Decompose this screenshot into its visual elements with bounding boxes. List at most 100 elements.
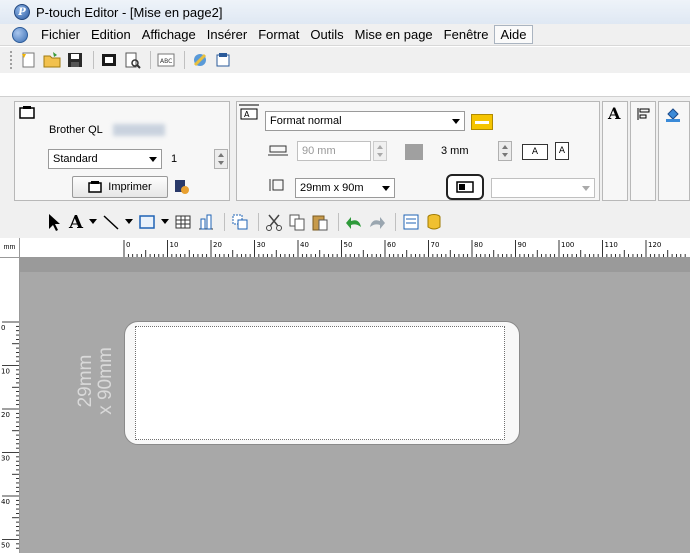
print-button[interactable]: Imprimer [72, 176, 168, 198]
format-select[interactable]: Format normal [265, 111, 465, 131]
toolbar-separator [184, 51, 185, 69]
orientation-landscape-icon[interactable]: A [522, 144, 548, 160]
group-icon[interactable] [230, 212, 250, 232]
transfer-icon[interactable] [213, 50, 233, 70]
chevron-down-icon[interactable] [124, 212, 134, 232]
ruler-label: 10 [1, 368, 10, 376]
print-mode-select[interactable]: Standard [48, 149, 162, 169]
undo-icon[interactable] [344, 212, 364, 232]
menu-affichage[interactable]: Affichage [137, 26, 201, 43]
toolbar-grip[interactable] [10, 51, 13, 69]
ruler-label: 60 [387, 241, 396, 249]
menu-outils[interactable]: Outils [305, 26, 348, 43]
ruler-label: 50 [344, 241, 353, 249]
canvas-margin-band [20, 258, 690, 272]
fill-color-icon [665, 106, 681, 125]
media-select[interactable]: 29mm x 90m [295, 178, 395, 198]
margin-value: 3 mm [441, 145, 469, 157]
table-tool-icon[interactable] [173, 212, 193, 232]
print-preview-icon[interactable] [122, 50, 142, 70]
rectangle-tool-icon[interactable] [137, 212, 157, 232]
menu-format[interactable]: Format [253, 26, 304, 43]
database-icon[interactable] [424, 212, 444, 232]
chevron-down-icon [452, 119, 460, 124]
line-tool-icon[interactable] [101, 212, 121, 232]
copies-stepper[interactable] [214, 149, 228, 169]
toolbar-separator [258, 213, 259, 231]
spell-check-icon[interactable]: ABC [156, 50, 176, 70]
copies-value: 1 [171, 153, 178, 165]
draw-toolbar: A [0, 206, 690, 238]
layout-property-tab[interactable] [630, 101, 656, 201]
ruler-label: 0 [126, 241, 130, 249]
ruler-label: 40 [300, 241, 309, 249]
ruler-label: 20 [213, 241, 222, 249]
horizontal-ruler: 0 10 20 30 40 50 60 70 80 90 100 110 120 [20, 238, 690, 258]
ruler-label: 10 [170, 241, 179, 249]
select-arrow-icon[interactable] [44, 212, 64, 232]
print-mode-value: Standard [53, 153, 98, 165]
menu-mise-en-page[interactable]: Mise en page [350, 26, 438, 43]
printer-settings-icon[interactable] [173, 179, 191, 198]
menu-aide[interactable]: Aide [494, 25, 533, 44]
menu-fenetre[interactable]: Fenêtre [439, 26, 494, 43]
printer-icon [19, 106, 35, 123]
copy-icon[interactable] [287, 212, 307, 232]
printer-model-blurred [113, 124, 165, 136]
menu-bar: Fichier Edition Affichage Insérer Format… [0, 24, 690, 46]
orientation-portrait-icon[interactable]: A [555, 142, 569, 160]
new-layout-icon[interactable] [19, 50, 39, 70]
svg-text:A: A [244, 110, 250, 119]
vertical-ruler: 0 10 20 30 40 50 [0, 258, 20, 553]
ruler-label: 30 [257, 241, 266, 249]
label-size-line1: 29mm [75, 354, 97, 408]
chevron-down-icon[interactable] [160, 212, 170, 232]
title-bar: P P-touch Editor - [Mise en page2] [0, 0, 690, 24]
printer-name: Brother QL [49, 124, 103, 136]
ruler-label: 100 [561, 241, 574, 249]
text-tool-icon[interactable]: A [67, 212, 85, 233]
menu-edition[interactable]: Edition [86, 26, 136, 43]
length-field[interactable]: 90 mm [297, 141, 371, 161]
menu-fichier[interactable]: Fichier [36, 26, 85, 43]
ruler-unit: mm [0, 238, 20, 258]
label-size-caption: 29mm x 90mm [68, 326, 124, 436]
label-type-button[interactable] [446, 174, 484, 200]
ruler-label: 0 [1, 324, 5, 332]
text-property-tab[interactable]: A [602, 101, 628, 201]
length-value: 90 mm [302, 145, 336, 157]
fill-property-tab[interactable] [658, 101, 690, 201]
page-property-panel: A Format normal 90 mm 3 mm A A 29mm x 90… [236, 101, 600, 201]
properties-icon[interactable] [401, 212, 421, 232]
paste-icon[interactable] [310, 212, 330, 232]
menu-inserer[interactable]: Insérer [202, 26, 252, 43]
copies-field[interactable]: 1 [167, 149, 207, 169]
print-icon[interactable] [99, 50, 119, 70]
ptouch-app-icon[interactable]: P [14, 4, 30, 20]
document-icon[interactable] [12, 26, 28, 43]
margin-stepper[interactable] [498, 141, 512, 161]
ruler-label: 90 [518, 241, 527, 249]
cut-icon[interactable] [264, 212, 284, 232]
margin-icon [405, 144, 423, 160]
label-editing-area[interactable] [135, 326, 505, 440]
toolbar-separator [93, 51, 94, 69]
ruler-label: 70 [431, 241, 440, 249]
open-folder-icon[interactable] [42, 50, 62, 70]
save-icon[interactable] [65, 50, 85, 70]
label-color-icon[interactable] [471, 114, 493, 130]
length-stepper[interactable] [373, 141, 387, 161]
ruler-label: 110 [605, 241, 618, 249]
svg-text:ABC: ABC [160, 58, 172, 65]
align-objects-icon[interactable] [196, 212, 216, 232]
length-icon [267, 142, 289, 163]
redo-icon[interactable] [367, 212, 387, 232]
ruler-label: 120 [648, 241, 661, 249]
ruler-label: 40 [1, 498, 10, 506]
align-icon [637, 107, 651, 124]
toolbar-separator [338, 213, 339, 231]
margin-field[interactable]: 3 mm [437, 141, 493, 161]
wizard-icon[interactable] [190, 50, 210, 70]
label-options-select[interactable] [491, 178, 595, 198]
chevron-down-icon[interactable] [88, 212, 98, 232]
